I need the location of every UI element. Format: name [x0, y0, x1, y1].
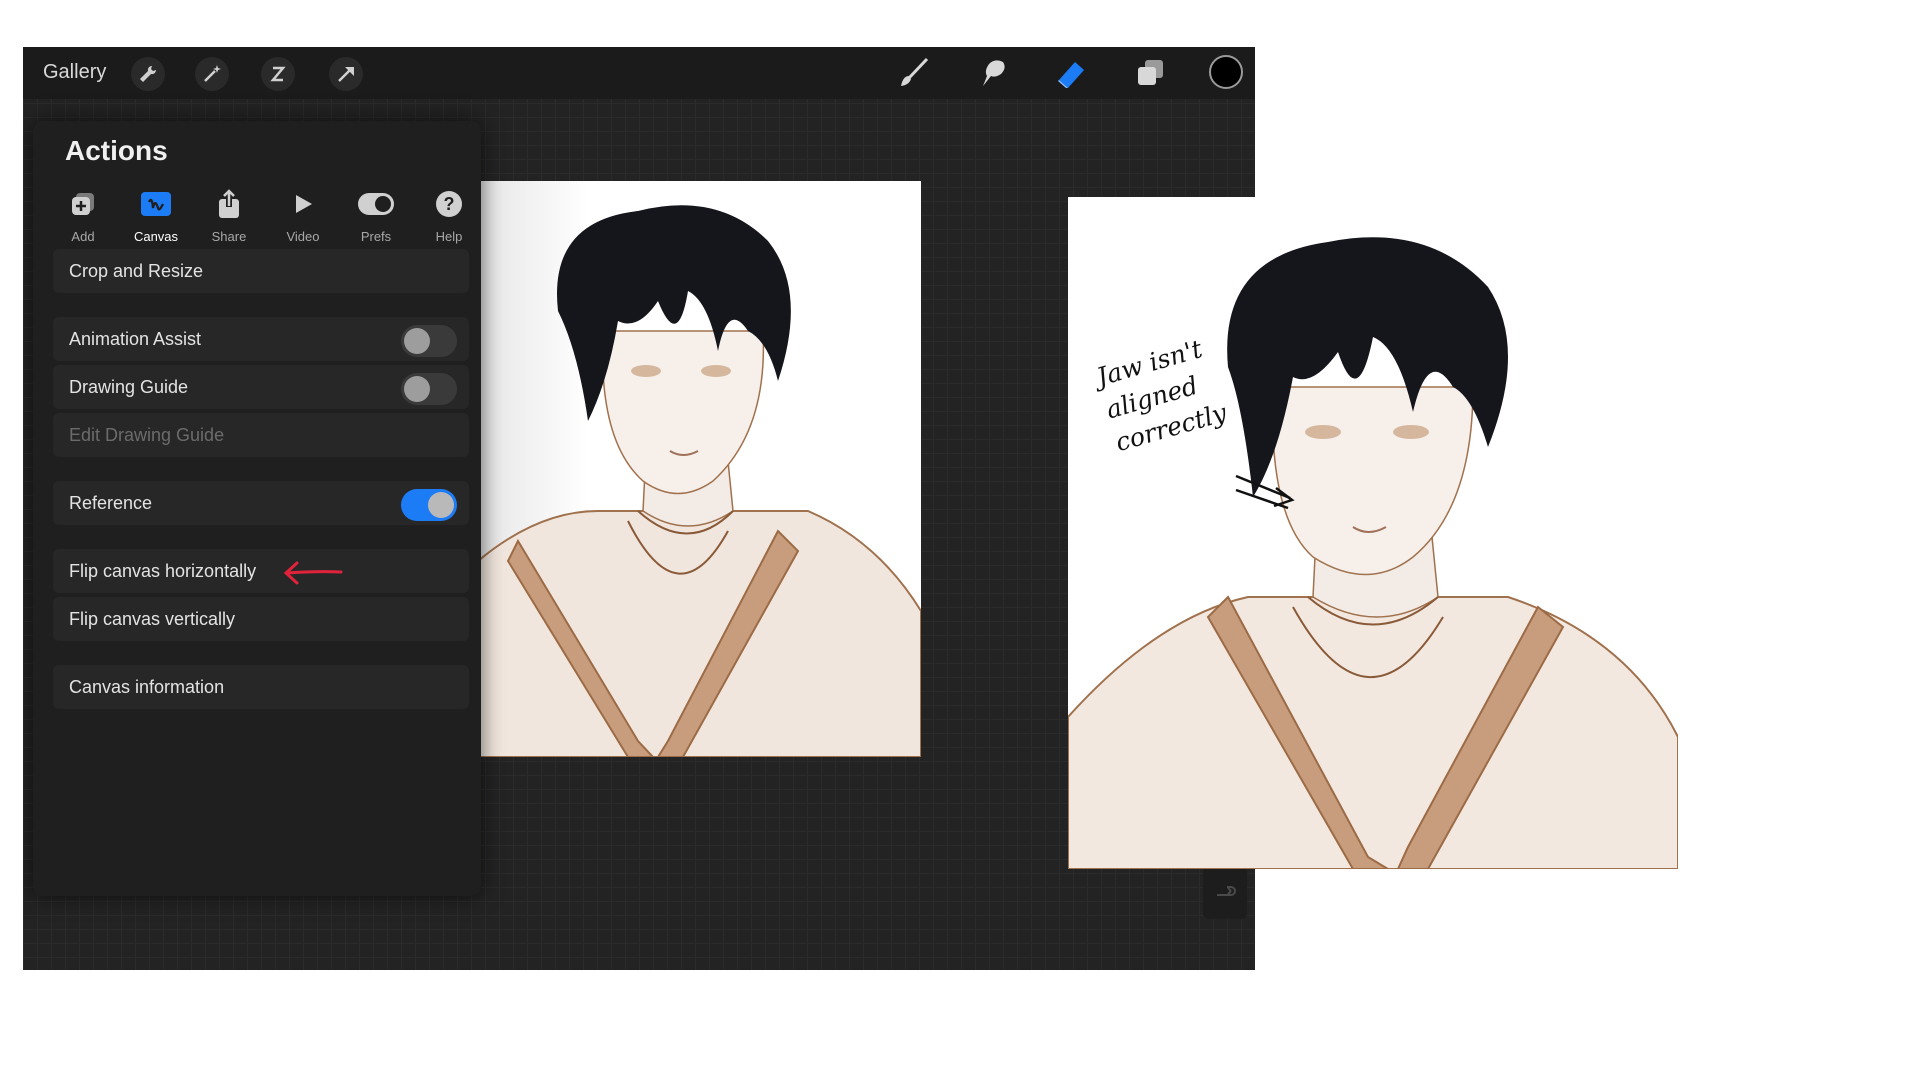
toggle-icon [357, 189, 395, 219]
drawing-guide-toggle[interactable] [401, 373, 457, 405]
tab-help[interactable]: ? Help [417, 185, 481, 247]
reference-item: Reference [53, 481, 469, 525]
animation-assist-toggle[interactable] [401, 325, 457, 357]
edit-drawing-guide-label: Edit Drawing Guide [69, 425, 225, 445]
flip-vertical-item[interactable]: Flip canvas vertically [53, 597, 469, 641]
canvas-information-item[interactable]: Canvas information [53, 665, 469, 709]
tab-add-label: Add [71, 229, 95, 244]
help-icon: ? [434, 189, 464, 219]
top-toolbar: Gallery [23, 47, 1255, 99]
redo-button[interactable] [1203, 867, 1247, 919]
actions-panel: Actions Add Canvas Share Video Prefs ? H… [33, 121, 481, 896]
red-arrow-annotation [283, 561, 343, 585]
tab-add[interactable]: Add [51, 185, 115, 247]
tab-prefs-label: Prefs [360, 229, 392, 244]
gallery-button[interactable]: Gallery [43, 61, 106, 84]
transform-arrow-icon[interactable] [329, 57, 363, 91]
tab-share[interactable]: Share [197, 185, 261, 247]
tab-help-label: Help [435, 229, 463, 244]
flip-vertical-label: Flip canvas vertically [69, 609, 236, 629]
share-icon [214, 189, 244, 219]
crop-and-resize-label: Crop and Resize [69, 261, 204, 281]
svg-text:?: ? [444, 194, 455, 214]
animation-assist-label: Animation Assist [69, 329, 202, 349]
magic-wand-icon[interactable] [195, 57, 229, 91]
artwork-canvas[interactable] [478, 181, 921, 757]
edit-drawing-guide-item[interactable]: Edit Drawing Guide [53, 413, 469, 457]
tab-video[interactable]: Video [271, 185, 335, 247]
brush-icon[interactable] [895, 54, 933, 92]
crop-and-resize-item[interactable]: Crop and Resize [53, 249, 469, 293]
layers-icon[interactable] [1131, 54, 1169, 92]
animation-assist-item: Animation Assist [53, 317, 469, 361]
handwritten-arrows [1235, 474, 1295, 510]
eraser-icon[interactable] [1053, 54, 1091, 92]
toggle-knob [404, 376, 430, 402]
toggle-knob [404, 328, 430, 354]
color-swatch[interactable] [1209, 55, 1243, 89]
canvas-icon [141, 189, 171, 219]
wrench-icon[interactable] [131, 57, 165, 91]
tab-canvas[interactable]: Canvas [124, 185, 188, 247]
tab-video-label: Video [286, 229, 320, 244]
toggle-knob [428, 492, 454, 518]
smudge-icon[interactable] [973, 54, 1011, 92]
play-icon [288, 189, 318, 219]
tab-share-label: Share [211, 229, 247, 244]
reference-label: Reference [69, 493, 153, 513]
drawing-guide-label: Drawing Guide [69, 377, 189, 397]
panel-title: Actions [65, 135, 168, 166]
add-icon [68, 189, 98, 219]
canvas-information-label: Canvas information [69, 677, 225, 697]
tab-canvas-label: Canvas [133, 229, 179, 244]
drawing-guide-item: Drawing Guide [53, 365, 469, 409]
tab-prefs[interactable]: Prefs [344, 185, 408, 247]
flip-horizontal-label: Flip canvas horizontally [69, 561, 257, 581]
actions-tabs: Add Canvas Share Video Prefs ? Help [51, 185, 471, 247]
comparison-artwork [1068, 197, 1678, 869]
reference-toggle[interactable] [401, 489, 457, 521]
flip-horizontal-item[interactable]: Flip canvas horizontally [53, 549, 469, 593]
selection-icon[interactable] [261, 57, 295, 91]
